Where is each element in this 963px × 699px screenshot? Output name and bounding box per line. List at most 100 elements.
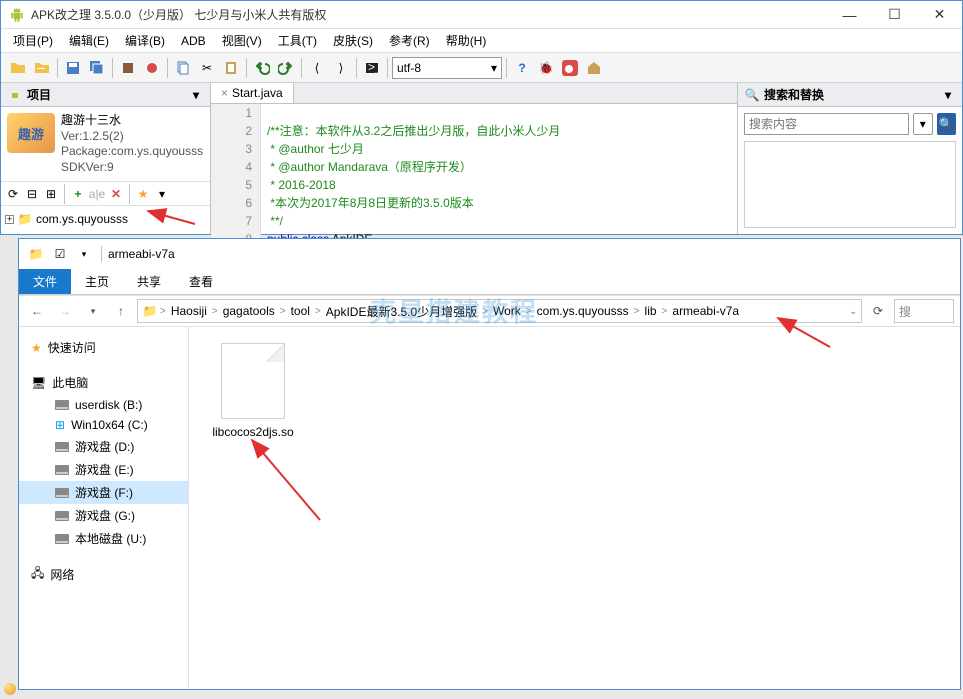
explorer-search[interactable]: 搜: [894, 299, 954, 323]
open-folder-icon[interactable]: [7, 57, 29, 79]
menu-tools[interactable]: 工具(T): [270, 30, 325, 51]
bc-seg[interactable]: armeabi-v7a: [669, 304, 742, 318]
menu-view[interactable]: 视图(V): [214, 30, 270, 51]
nav-drive[interactable]: 游戏盘 (G:): [19, 504, 188, 527]
svg-text:>_: >_: [368, 60, 380, 74]
search-go-icon[interactable]: 🔍: [937, 113, 956, 135]
bc-seg[interactable]: ApkIDE最新3.5.0少月增强版: [323, 303, 480, 320]
project-name: 趣游十三水: [61, 113, 203, 129]
disk-icon: [55, 400, 69, 410]
ribbon-tabs: 文件 主页 共享 查看: [19, 269, 960, 295]
next-icon[interactable]: ⟩: [330, 57, 352, 79]
expand-box-icon[interactable]: +: [5, 215, 14, 224]
explorer-files[interactable]: libcocos2djs.so: [189, 327, 960, 689]
file-item[interactable]: libcocos2djs.so: [205, 343, 301, 439]
expand-icon[interactable]: ⊞: [43, 186, 59, 202]
nav-drive[interactable]: 游戏盘 (E:): [19, 458, 188, 481]
editor-tab-label: Start.java: [232, 86, 283, 100]
back-button[interactable]: ←: [25, 299, 49, 323]
bc-seg[interactable]: gagatools: [220, 304, 278, 318]
prev-icon[interactable]: ⟨: [306, 57, 328, 79]
search-input[interactable]: [744, 113, 909, 135]
recent-dropdown[interactable]: ▾: [81, 299, 105, 323]
sign-icon[interactable]: [141, 57, 163, 79]
save-all-icon[interactable]: [86, 57, 108, 79]
folder-icon[interactable]: 📁: [25, 243, 47, 265]
nav-quick-access[interactable]: ★快速访问: [19, 335, 188, 360]
menu-compile[interactable]: 编译(B): [117, 30, 173, 51]
nav-drive-selected[interactable]: 游戏盘 (F:): [19, 481, 188, 504]
save-icon[interactable]: [62, 57, 84, 79]
encoding-select[interactable]: utf-8▾: [392, 57, 502, 79]
folder-icon: 📁: [17, 211, 33, 227]
home-icon[interactable]: [583, 57, 605, 79]
bc-seg[interactable]: com.ys.quyousss: [534, 304, 632, 318]
close-tab-icon[interactable]: ×: [221, 86, 228, 100]
bc-dropdown-icon[interactable]: ⌄: [849, 306, 857, 317]
nav-this-pc[interactable]: 🖥此电脑: [19, 370, 188, 395]
minimize-button[interactable]: —: [827, 1, 872, 28]
menu-adb[interactable]: ADB: [173, 32, 214, 50]
bc-seg[interactable]: Haosiji: [168, 304, 210, 318]
nav-network[interactable]: 🖧网络: [19, 560, 188, 589]
forward-button[interactable]: →: [53, 299, 77, 323]
redo-icon[interactable]: [275, 57, 297, 79]
bc-seg[interactable]: lib: [642, 304, 660, 318]
maximize-button[interactable]: ☐: [872, 1, 917, 28]
menu-help[interactable]: 帮助(H): [438, 30, 495, 51]
build-icon[interactable]: [117, 57, 139, 79]
open-file-icon[interactable]: [31, 57, 53, 79]
terminal-icon[interactable]: >_: [361, 57, 383, 79]
search-options-icon[interactable]: ▾: [913, 113, 933, 135]
undo-icon[interactable]: [251, 57, 273, 79]
up-button[interactable]: ↑: [109, 299, 133, 323]
close-button[interactable]: ✕: [917, 1, 962, 28]
project-tree[interactable]: + 📁 com.ys.quyousss: [1, 206, 210, 232]
bc-seg[interactable]: Work: [490, 304, 524, 318]
nav-drive[interactable]: ⊞Win10x64 (C:): [19, 415, 188, 435]
status-indicator-icon: [4, 683, 16, 695]
paste-icon[interactable]: [220, 57, 242, 79]
collapse-icon[interactable]: ⊟: [24, 186, 40, 202]
menu-edit[interactable]: 编辑(E): [61, 30, 117, 51]
nav-drive[interactable]: userdisk (B:): [19, 395, 188, 415]
tab-home[interactable]: 主页: [71, 269, 123, 294]
apkide-window: APK改之理 3.5.0.0（少月版） 七少月与小米人共有版权 — ☐ ✕ 项目…: [0, 0, 963, 235]
refresh-icon[interactable]: ⟳: [5, 186, 21, 202]
menu-skin[interactable]: 皮肤(S): [325, 30, 381, 51]
breadcrumb[interactable]: 📁 > Haosiji> gagatools> tool> ApkIDE最新3.…: [137, 299, 862, 323]
refresh-button[interactable]: ⟳: [866, 299, 890, 323]
tab-view[interactable]: 查看: [175, 269, 227, 294]
bug-icon[interactable]: 🐞: [535, 57, 557, 79]
qa-dropdown-icon[interactable]: ▾: [73, 243, 95, 265]
project-pkg: Package:com.ys.quyousss: [61, 144, 203, 160]
disk-icon: [55, 511, 69, 521]
props-icon[interactable]: ☑: [49, 243, 71, 265]
help-icon[interactable]: ?: [511, 57, 533, 79]
project-ver: Ver:1.2.5(2): [61, 129, 203, 145]
tab-share[interactable]: 共享: [123, 269, 175, 294]
bc-seg[interactable]: tool: [288, 304, 313, 318]
delete-icon[interactable]: ✕: [108, 186, 124, 202]
panel-menu-icon[interactable]: ▾: [188, 87, 204, 103]
star-icon[interactable]: ★: [135, 186, 151, 202]
toolbar: ✂ ⟨ ⟩ >_ utf-8▾ ? 🐞: [1, 53, 962, 83]
rename-icon[interactable]: a|e: [89, 186, 105, 202]
apkide-titlebar: APK改之理 3.5.0.0（少月版） 七少月与小米人共有版权 — ☐ ✕: [1, 1, 962, 29]
copy-icon[interactable]: [172, 57, 194, 79]
windows-icon: ⊞: [55, 418, 65, 432]
cut-icon[interactable]: ✂: [196, 57, 218, 79]
panel-menu-icon[interactable]: ▾: [940, 87, 956, 103]
more-icon[interactable]: ▾: [154, 186, 170, 202]
editor-tabs: × Start.java: [211, 83, 737, 104]
explorer-nav[interactable]: ★快速访问 🖥此电脑 userdisk (B:) ⊞Win10x64 (C:) …: [19, 327, 189, 689]
nav-drive[interactable]: 本地磁盘 (U:): [19, 527, 188, 550]
nav-drive[interactable]: 游戏盘 (D:): [19, 435, 188, 458]
weibo-icon[interactable]: [559, 57, 581, 79]
tab-file[interactable]: 文件: [19, 269, 71, 294]
menu-ref[interactable]: 参考(R): [381, 30, 438, 51]
editor-tab[interactable]: × Start.java: [211, 83, 294, 103]
tree-root[interactable]: + 📁 com.ys.quyousss: [5, 210, 206, 228]
menu-project[interactable]: 项目(P): [5, 30, 61, 51]
add-icon[interactable]: +: [70, 186, 86, 202]
